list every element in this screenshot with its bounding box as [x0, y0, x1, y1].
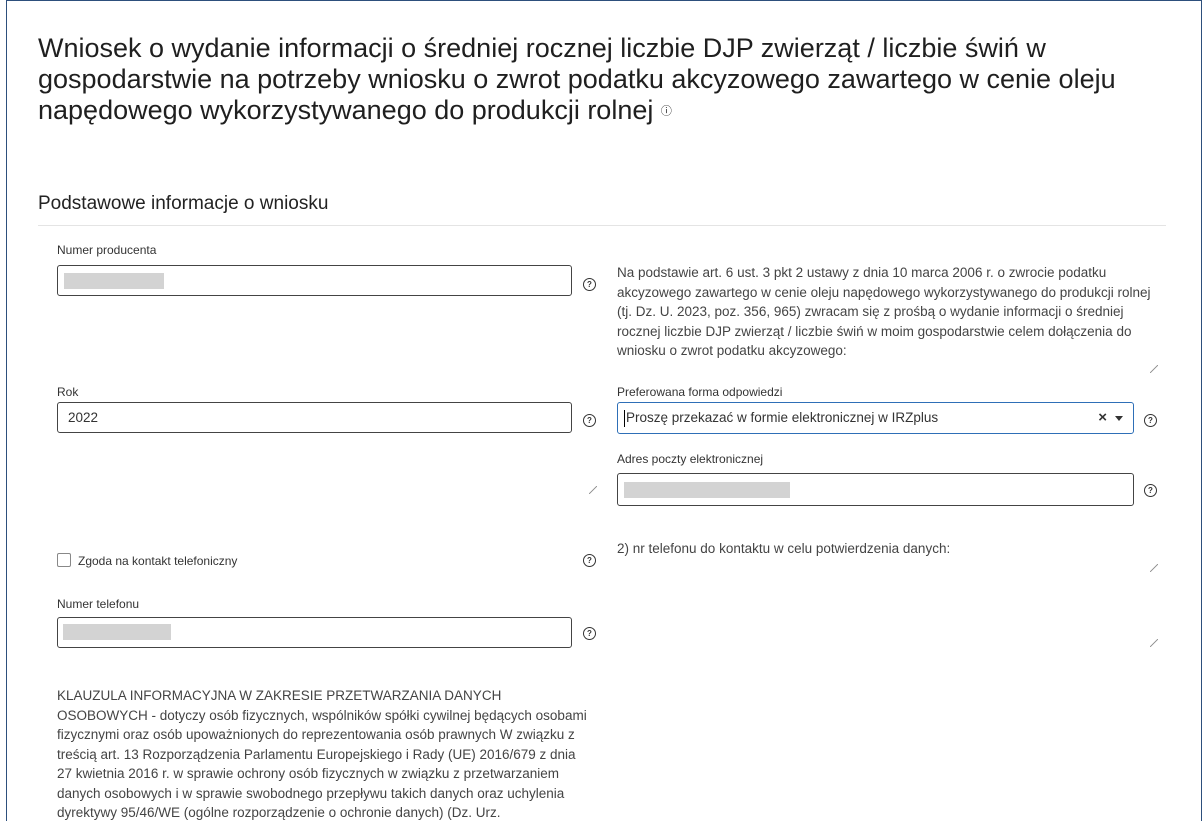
email-help-icon[interactable]: ?: [1144, 484, 1157, 497]
text-cursor: [624, 410, 625, 427]
page-title: Wniosek o wydanie informacji o średniej …: [38, 33, 1168, 127]
redacted-value: [64, 273, 164, 289]
year-input[interactable]: 2022: [57, 402, 572, 433]
preferred-form-help-icon[interactable]: ?: [1144, 414, 1157, 427]
preferred-form-select[interactable]: Proszę przekazać w formie elektronicznej…: [617, 402, 1134, 434]
resize-handle-icon[interactable]: [1150, 365, 1158, 373]
consent-help-icon[interactable]: ?: [583, 554, 596, 567]
preferred-form-label: Preferowana forma odpowiedzi: [617, 385, 783, 399]
gdpr-clause-text: KLAUZULA INFORMACYJNA W ZAKRESIE PRZETWA…: [57, 688, 587, 820]
redacted-value: [63, 624, 171, 640]
preferred-form-value: Proszę przekazać w formie elektronicznej…: [626, 410, 939, 425]
phone-help-icon[interactable]: ?: [583, 627, 596, 640]
chevron-down-icon[interactable]: [1115, 416, 1123, 421]
resize-handle-icon[interactable]: [589, 486, 597, 494]
legal-basis-text: Na podstawie art. 6 ust. 3 pkt 2 ustawy …: [617, 265, 1151, 358]
clear-icon[interactable]: ×: [1098, 403, 1107, 433]
year-label: Rok: [57, 385, 79, 399]
phone-label: Numer telefonu: [57, 597, 140, 611]
section-divider: [38, 225, 1166, 226]
resize-handle-icon[interactable]: [1150, 639, 1158, 647]
consent-phone-checkbox[interactable]: [57, 553, 71, 567]
producer-number-help-icon[interactable]: ?: [583, 278, 596, 291]
page-title-text: Wniosek o wydanie informacji o średniej …: [38, 33, 1116, 125]
consent-phone-label: Zgoda na kontakt telefoniczny: [78, 554, 238, 568]
title-help-icon[interactable]: ⓘ: [661, 105, 672, 117]
year-help-icon[interactable]: ?: [583, 414, 596, 427]
redacted-value: [624, 482, 790, 498]
producer-number-label: Numer producenta: [57, 243, 157, 257]
resize-handle-icon[interactable]: [1150, 564, 1158, 572]
email-label: Adres poczty elektronicznej: [617, 452, 764, 466]
phone-note-text: 2) nr telefonu do kontaktu w celu potwie…: [617, 541, 951, 556]
section-title: Podstawowe informacje o wniosku: [38, 193, 329, 214]
